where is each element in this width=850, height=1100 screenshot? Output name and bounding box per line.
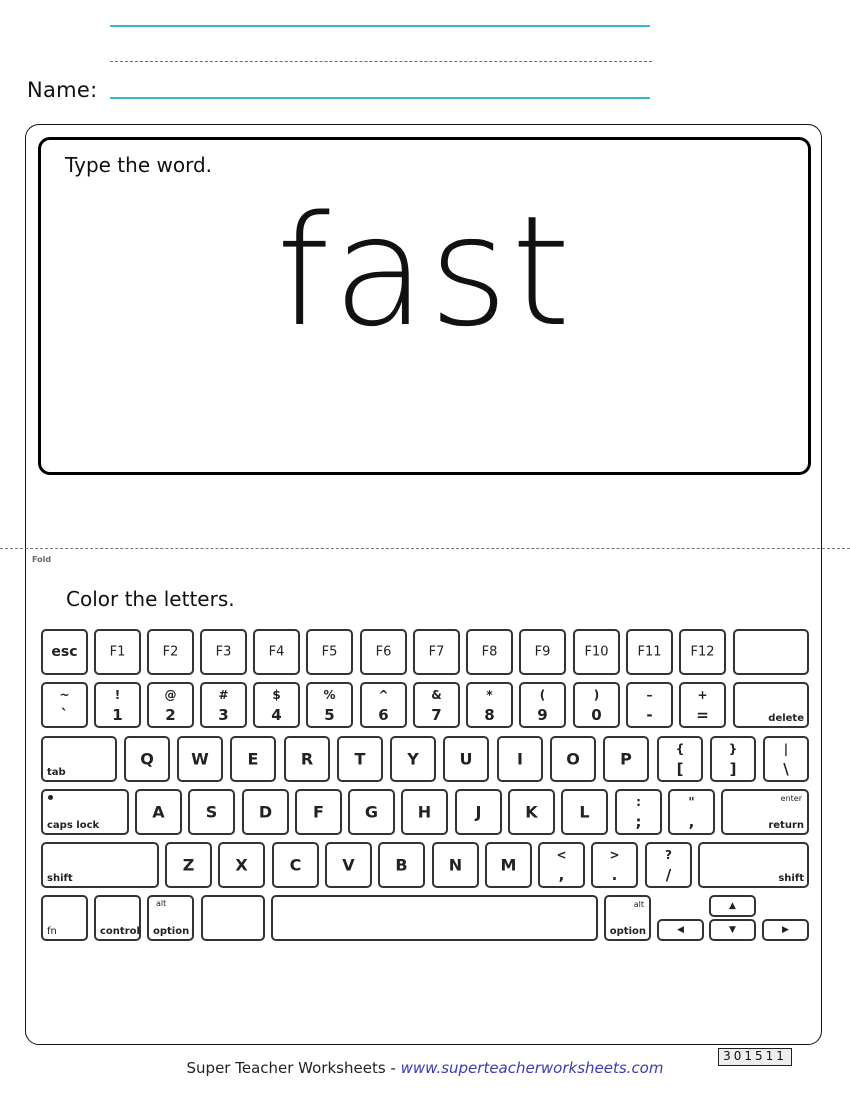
key-b[interactable]: B xyxy=(378,842,425,888)
key-return[interactable]: enter return xyxy=(721,789,809,835)
key-f7[interactable]: F7 xyxy=(413,629,460,675)
key-7[interactable]: & 7 xyxy=(413,682,460,728)
key-9[interactable]: (9 xyxy=(519,682,566,728)
key-j[interactable]: J xyxy=(455,789,502,835)
key-4[interactable]: $4 xyxy=(253,682,300,728)
key-i[interactable]: I xyxy=(497,736,543,782)
key-space[interactable] xyxy=(271,895,598,941)
key-f[interactable]: F xyxy=(295,789,342,835)
key-a[interactable]: A xyxy=(135,789,182,835)
type-word-prompt: Type the word. xyxy=(65,153,212,177)
key-shift-right[interactable]: shift xyxy=(698,842,809,888)
name-label: Name: xyxy=(27,78,98,102)
key-option-left[interactable]: alt option xyxy=(147,895,194,941)
key-caps-lock[interactable]: caps lock xyxy=(41,789,129,835)
footer-url-link[interactable]: www.superteacherworksheets.com xyxy=(401,1059,664,1077)
key-shift-left[interactable]: shift xyxy=(41,842,159,888)
key-tab[interactable]: tab xyxy=(41,736,117,782)
key-quote[interactable]: ", xyxy=(668,789,715,835)
target-word: fast xyxy=(276,183,574,360)
key-esc[interactable]: esc xyxy=(41,629,88,675)
key-6[interactable]: ^ 6 xyxy=(360,682,407,728)
key-equals[interactable]: + = xyxy=(679,682,726,728)
key-arrow-right[interactable]: ▶ xyxy=(762,919,809,941)
key-f10[interactable]: F10 xyxy=(573,629,620,675)
key-s[interactable]: S xyxy=(188,789,235,835)
key-x[interactable]: X xyxy=(218,842,265,888)
key-f3[interactable]: F3 xyxy=(200,629,247,675)
key-r[interactable]: R xyxy=(284,736,330,782)
key-option-right[interactable]: alt option xyxy=(604,895,651,941)
key-period[interactable]: >. xyxy=(591,842,638,888)
arrow-right-icon: ▶ xyxy=(782,925,789,935)
key-arrow-left[interactable]: ◀ xyxy=(657,919,704,941)
midline-dashed xyxy=(110,61,652,62)
key-left-bracket[interactable]: {[ xyxy=(657,736,703,782)
key-fn[interactable]: fn xyxy=(41,895,88,941)
key-p[interactable]: P xyxy=(603,736,649,782)
color-letters-prompt: Color the letters. xyxy=(66,587,235,611)
key-l[interactable]: L xyxy=(561,789,608,835)
arrow-left-icon: ◀ xyxy=(677,925,684,935)
key-o[interactable]: O xyxy=(550,736,596,782)
key-f6[interactable]: F6 xyxy=(360,629,407,675)
key-f1[interactable]: F1 xyxy=(94,629,141,675)
key-semicolon[interactable]: :; xyxy=(615,789,662,835)
key-minus[interactable]: – - xyxy=(626,682,673,728)
key-delete[interactable]: delete xyxy=(733,682,809,728)
key-f2[interactable]: F2 xyxy=(147,629,194,675)
key-control[interactable]: control xyxy=(94,895,141,941)
key-y[interactable]: Y xyxy=(390,736,436,782)
key-t[interactable]: T xyxy=(337,736,383,782)
key-h[interactable]: H xyxy=(401,789,448,835)
key-f8[interactable]: F8 xyxy=(466,629,513,675)
key-arrow-down[interactable]: ▼ xyxy=(709,919,756,941)
fold-label: Fold xyxy=(32,555,52,564)
key-z[interactable]: Z xyxy=(165,842,212,888)
key-power-blank[interactable] xyxy=(733,629,809,675)
footer: Super Teacher Worksheets - www.superteac… xyxy=(0,1059,850,1077)
top-writing-line xyxy=(110,25,650,27)
key-c[interactable]: C xyxy=(272,842,319,888)
key-n[interactable]: N xyxy=(432,842,479,888)
key-2[interactable]: @2 xyxy=(147,682,194,728)
key-command-left[interactable] xyxy=(201,895,265,941)
key-v[interactable]: V xyxy=(325,842,372,888)
fold-line xyxy=(0,548,850,549)
key-g[interactable]: G xyxy=(348,789,395,835)
key-8[interactable]: * 8 xyxy=(466,682,513,728)
key-k[interactable]: K xyxy=(508,789,555,835)
key-slash[interactable]: ? / xyxy=(645,842,692,888)
key-comma[interactable]: <, xyxy=(538,842,585,888)
key-u[interactable]: U xyxy=(443,736,489,782)
key-5[interactable]: % 5 xyxy=(306,682,353,728)
key-f9[interactable]: F9 xyxy=(519,629,566,675)
name-input-line[interactable] xyxy=(110,97,650,99)
key-backtick[interactable]: ~ ` xyxy=(41,682,88,728)
key-e[interactable]: E xyxy=(230,736,276,782)
key-d[interactable]: D xyxy=(242,789,289,835)
footer-brand: Super Teacher Worksheets - xyxy=(186,1059,401,1077)
key-q[interactable]: Q xyxy=(124,736,170,782)
arrow-down-icon: ▼ xyxy=(729,925,736,935)
key-f5[interactable]: F5 xyxy=(306,629,353,675)
arrow-up-icon: ▲ xyxy=(729,901,736,911)
key-backslash[interactable]: | \ xyxy=(763,736,809,782)
key-0[interactable]: ) 0 xyxy=(573,682,620,728)
key-m[interactable]: M xyxy=(485,842,532,888)
key-right-bracket[interactable]: }] xyxy=(710,736,756,782)
key-arrow-up[interactable]: ▲ xyxy=(709,895,756,917)
caps-lock-indicator-icon xyxy=(48,795,53,800)
key-1[interactable]: ! 1 xyxy=(94,682,141,728)
key-3[interactable]: #3 xyxy=(200,682,247,728)
key-f12[interactable]: F12 xyxy=(679,629,726,675)
key-w[interactable]: W xyxy=(177,736,223,782)
key-f4[interactable]: F4 xyxy=(253,629,300,675)
key-f11[interactable]: F11 xyxy=(626,629,673,675)
